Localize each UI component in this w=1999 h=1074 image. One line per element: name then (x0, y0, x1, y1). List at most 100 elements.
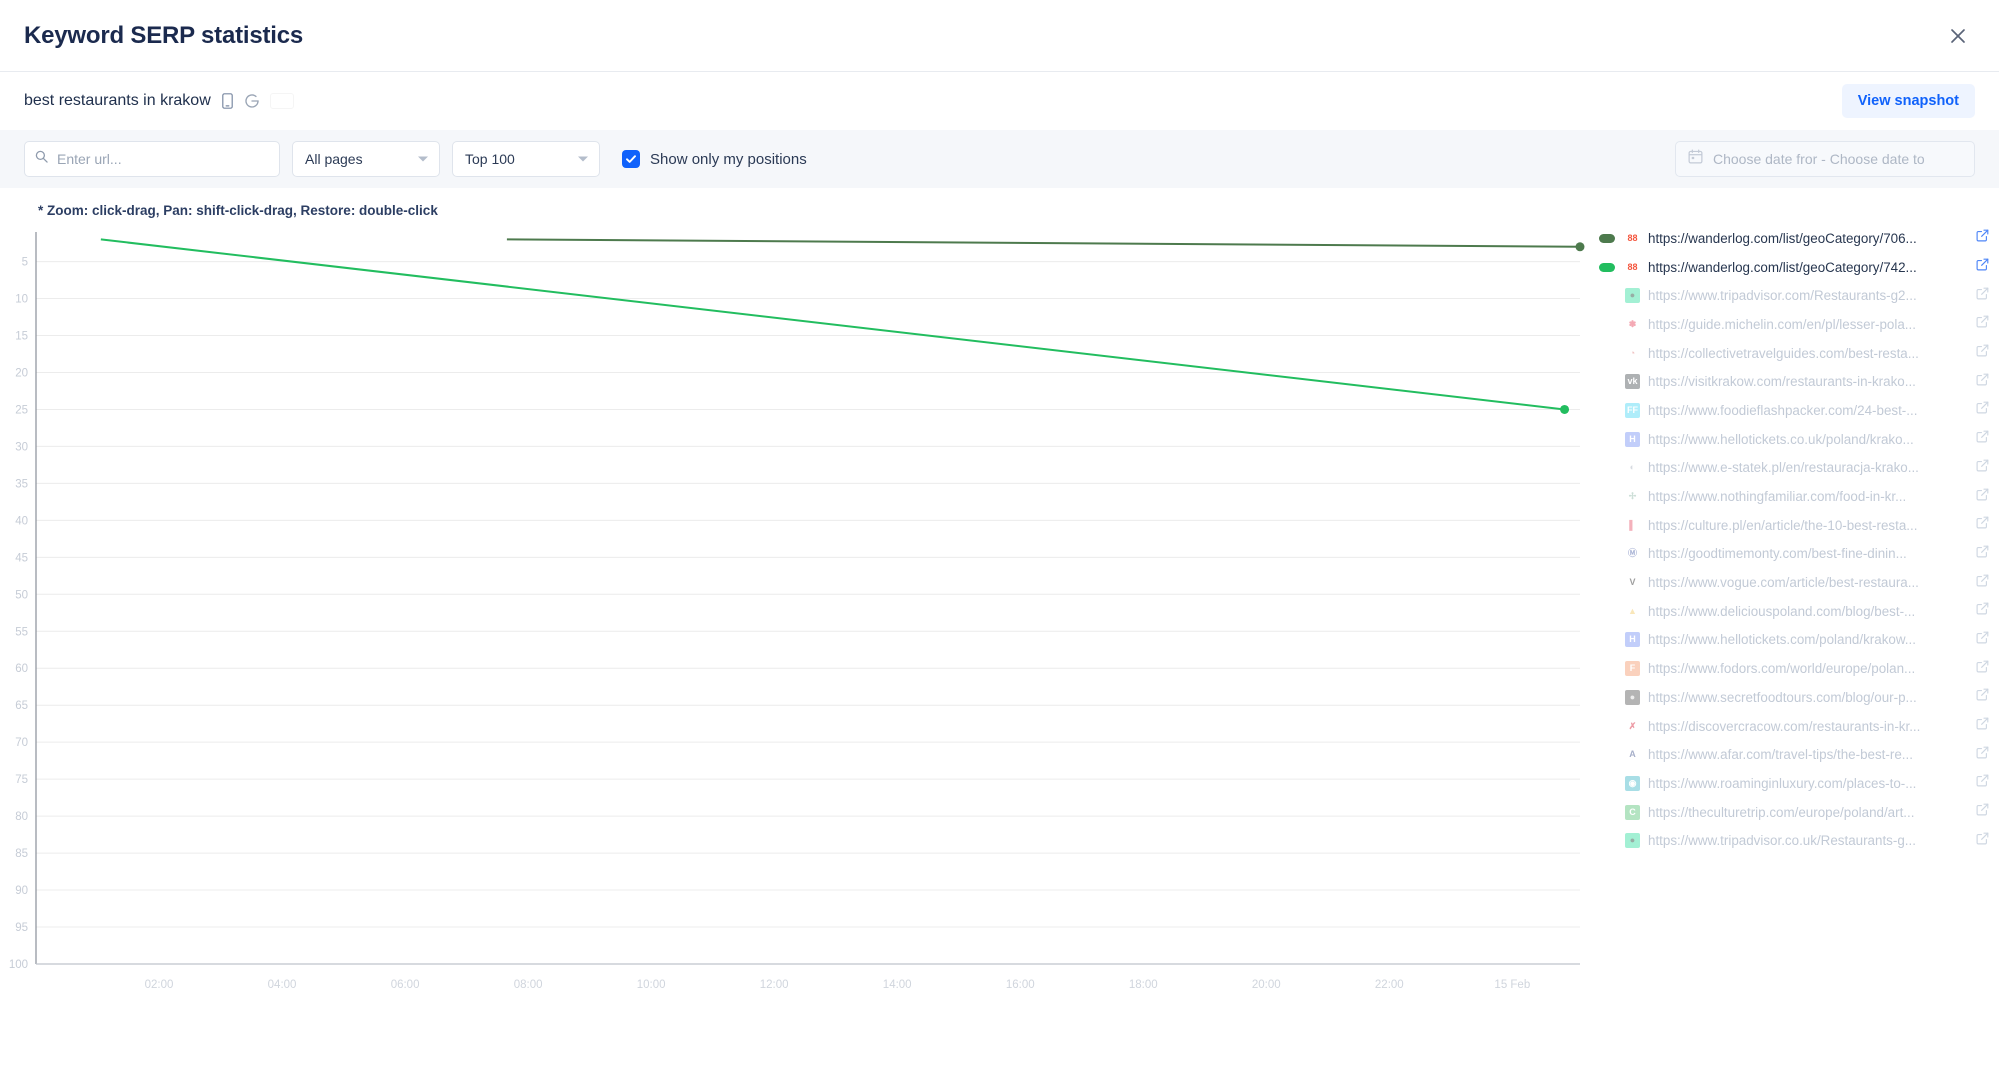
legend-item[interactable]: Fhttps://www.fodors.com/world/europe/pol… (1590, 654, 1999, 683)
legend-item-url: https://www.deliciouspoland.com/blog/bes… (1648, 603, 1916, 619)
search-input[interactable] (24, 141, 280, 177)
legend-item[interactable]: ✗ https://discovercracow.com/restaurants-… (1590, 712, 1999, 741)
external-link-icon[interactable] (1976, 631, 1989, 649)
external-link-icon[interactable] (1976, 774, 1989, 792)
hellotickets-favicon: H (1625, 431, 1640, 447)
pages-select[interactable]: All pages (292, 141, 440, 177)
legend-item[interactable]: FF https://www.foodieflashpacker.com/24-b… (1590, 396, 1999, 425)
external-link-icon[interactable] (1976, 229, 1989, 247)
foodieflashpacker-favicon: FF (1625, 402, 1640, 418)
chevron-down-icon (418, 156, 428, 162)
deliciouspoland-favicon: ▲ (1625, 603, 1640, 619)
legend-item[interactable]: vk https://visitkrakow.com/restaurants-in… (1590, 367, 1999, 396)
legend-item[interactable]: ◉ https://www.roaminginluxury.com/places-… (1590, 769, 1999, 798)
checkbox-label: Show only my positions (650, 150, 807, 168)
external-link-icon[interactable] (1976, 803, 1989, 821)
external-link-icon[interactable] (1976, 574, 1989, 592)
x-tick-label: 18:00 (1129, 979, 1158, 991)
x-tick-label: 14:00 (883, 979, 912, 991)
legend-item-url: https://wanderlog.com/list/geoCategory/7… (1648, 230, 1917, 246)
external-link-icon[interactable] (1976, 373, 1989, 391)
external-link-icon[interactable] (1976, 459, 1989, 477)
legend-item[interactable]: ● https://www.tripadvisor.com/Restaurants… (1590, 281, 1999, 310)
external-link-icon[interactable] (1976, 688, 1989, 706)
y-tick-label: 55 (15, 626, 28, 638)
legend-item[interactable]: ✽ https://guide.michelin.com/en/pl/lesser… (1590, 310, 1999, 339)
legend-item[interactable]: 88 https://wanderlog.com/list/geoCategory… (1590, 253, 1999, 282)
legend-item[interactable]: Ⓜhttps://goodtimemonty.com/best-fine-din… (1590, 540, 1999, 569)
legend-item[interactable]: Ahttps://www.afar.com/travel-tips/the-be… (1590, 740, 1999, 769)
serp-position-chart[interactable]: 5 10 15 20 25 30 35 40 45 50 55 60 65 70 75 80 85 90 95 100… (0, 224, 1590, 1014)
external-link-icon[interactable] (1976, 746, 1989, 764)
external-link-icon[interactable] (1976, 545, 1989, 563)
external-link-icon[interactable] (1976, 602, 1989, 620)
legend-item[interactable]: Hhttps://www.hellotickets.com/poland/kra… (1590, 626, 1999, 655)
legend-item[interactable]: Hhttps://www.hellotickets.co.uk/poland/k… (1590, 425, 1999, 454)
external-link-icon[interactable] (1976, 344, 1989, 362)
close-icon[interactable] (1943, 21, 1973, 51)
y-tick-label: 30 (15, 441, 28, 453)
y-tick-label: 95 (15, 922, 28, 934)
external-link-icon[interactable] (1976, 287, 1989, 305)
x-tick-label: 02:00 (145, 979, 174, 991)
y-tick-label: 60 (15, 663, 28, 675)
external-link-icon[interactable] (1976, 488, 1989, 506)
external-link-icon[interactable] (1976, 660, 1989, 678)
external-link-icon[interactable] (1976, 717, 1989, 735)
mobile-icon (221, 93, 233, 109)
external-link-icon[interactable] (1976, 315, 1989, 333)
external-link-icon[interactable] (1976, 401, 1989, 419)
legend-color-swatch-slot (1599, 233, 1625, 243)
external-link-icon[interactable] (1976, 832, 1989, 850)
chart-canvas[interactable]: 5 10 15 20 25 30 35 40 45 50 55 60 65 70 75 80 85 90 95 100… (0, 224, 1590, 1014)
vogue-favicon: V (1625, 575, 1640, 591)
legend-item[interactable]: ◐ https://www.e-statek.pl/en/restauracja-… (1590, 454, 1999, 483)
legend-item[interactable]: 88 https://wanderlog.com/list/geoCategory… (1590, 224, 1999, 253)
y-tick-label: 20 (15, 367, 28, 379)
discovercracow-favicon: ✗ (1625, 718, 1640, 734)
keyword-row: best restaurants in krakow View snapshot (0, 72, 1999, 130)
y-tick-label: 80 (15, 811, 28, 823)
nothingfamiliar-favicon: ✢ (1625, 489, 1640, 505)
tripadvisor-favicon: ● (1625, 833, 1640, 849)
legend-item-url: https://www.e-statek.pl/en/restauracja-k… (1648, 460, 1919, 476)
external-link-icon[interactable] (1976, 258, 1989, 276)
legend-color-swatch-slot (1599, 262, 1625, 272)
date-range-picker[interactable]: Choose date fror - Choose date to (1675, 141, 1975, 177)
legend-item[interactable]: ◔ https://collectivetravelguides.com/best… (1590, 339, 1999, 368)
y-tick-label: 85 (15, 848, 28, 860)
show-only-my-positions-checkbox[interactable]: Show only my positions (622, 150, 807, 168)
external-link-icon[interactable] (1976, 516, 1989, 534)
x-tick-label: 16:00 (1006, 979, 1035, 991)
legend-item-url: https://discovercracow.com/restaurants-i… (1648, 718, 1921, 734)
modal-header: Keyword SERP statistics (0, 0, 1999, 72)
legend-item-url: https://wanderlog.com/list/geoCategory/7… (1648, 259, 1917, 275)
google-icon (244, 93, 260, 109)
legend-item-url: https://goodtimemonty.com/best-fine-dini… (1648, 546, 1907, 562)
legend-item[interactable]: ● https://www.secretfoodtours.com/blog/ou… (1590, 683, 1999, 712)
series-line-1 (100, 238, 1565, 411)
legend-item[interactable]: ▲ https://www.deliciouspoland.com/blog/be… (1590, 597, 1999, 626)
legend-color-swatch (1599, 233, 1615, 243)
external-link-icon[interactable] (1976, 430, 1989, 448)
top-select[interactable]: Top 100 (452, 141, 600, 177)
x-tick-label: 15 Feb (1494, 979, 1530, 991)
chart-legend[interactable]: 88 https://wanderlog.com/list/geoCategory… (1590, 224, 1999, 1014)
theculturetrip-favicon: C (1625, 804, 1640, 820)
legend-item[interactable]: ▌ https://culture.pl/en/article/the-10-be… (1590, 511, 1999, 540)
roaminginluxury-favicon: ◉ (1625, 775, 1640, 791)
checkbox-box[interactable] (622, 150, 640, 168)
legend-item[interactable]: ● https://www.tripadvisor.co.uk/Restauran… (1590, 826, 1999, 855)
x-tick-label: 08:00 (514, 979, 543, 991)
y-tick-label: 100 (9, 959, 28, 971)
collectivetravelguides-favicon: ◔ (1625, 345, 1640, 361)
y-tick-label: 25 (15, 404, 28, 416)
y-tick-label: 65 (15, 700, 28, 712)
legend-item[interactable]: ✢ https://www.nothingfamiliar.com/food-in… (1590, 482, 1999, 511)
x-tick-label: 12:00 (760, 979, 789, 991)
legend-item-url: https://www.hellotickets.com/poland/krak… (1648, 632, 1916, 648)
legend-item[interactable]: Vhttps://www.vogue.com/article/best-rest… (1590, 568, 1999, 597)
legend-item[interactable]: Chttps://theculturetrip.com/europe/polan… (1590, 798, 1999, 827)
url-input-wrapper (24, 141, 280, 177)
view-snapshot-button[interactable]: View snapshot (1841, 84, 1975, 118)
